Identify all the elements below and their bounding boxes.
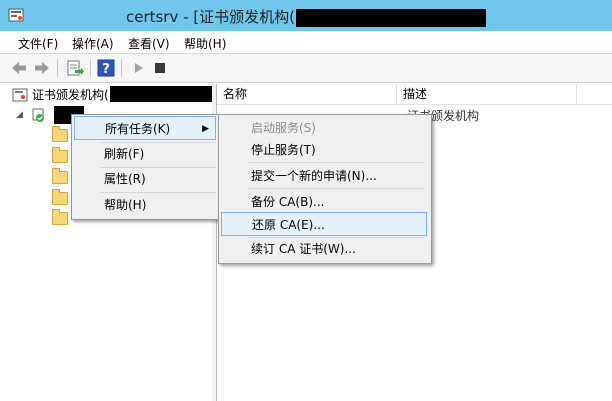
folder-icon[interactable] <box>52 147 68 163</box>
menu-file[interactable]: 文件(F) <box>18 35 58 52</box>
stop-service-icon[interactable] <box>151 59 169 77</box>
ctx-properties[interactable]: 属性(R) <box>74 167 216 191</box>
menu-action[interactable]: 操作(A) <box>72 35 114 52</box>
menu-separator <box>247 188 425 189</box>
ca-running-icon <box>32 108 44 122</box>
menu-bar: 文件(F) 操作(A) 查看(V) 帮助(H) <box>0 31 612 53</box>
submenu-start-service[interactable]: 启动服务(S) <box>221 116 427 140</box>
column-name[interactable]: 名称 <box>217 84 397 104</box>
submenu-renew-ca-cert[interactable]: 续订 CA 证书(W)... <box>221 237 427 261</box>
submenu-arrow-icon: ▶ <box>202 124 209 134</box>
toolbar-separator <box>121 59 122 77</box>
forward-arrow-icon[interactable] <box>33 59 51 77</box>
folder-icon[interactable] <box>52 209 68 225</box>
context-menu: 所有任务(K) ▶ 刷新(F) 属性(R) 帮助(H) <box>71 114 221 220</box>
all-tasks-submenu: 启动服务(S) 停止服务(T) 提交一个新的申请(N)... 备份 CA(B).… <box>218 114 432 264</box>
folder-icon[interactable] <box>52 189 68 205</box>
toolbar-separator <box>57 59 58 77</box>
ctx-all-tasks[interactable]: 所有任务(K) ▶ <box>74 116 216 140</box>
back-arrow-icon[interactable] <box>10 59 28 77</box>
ctx-all-tasks-label: 所有任务(K) <box>105 122 171 136</box>
folder-icon[interactable] <box>52 168 68 184</box>
start-service-icon[interactable] <box>130 59 148 77</box>
window-title: certsrv - [证书颁发机构( <box>0 6 612 27</box>
toolbar-separator <box>90 59 91 77</box>
submenu-submit-request[interactable]: 提交一个新的申请(N)... <box>221 164 427 188</box>
ctx-refresh[interactable]: 刷新(F) <box>74 142 216 166</box>
tree-root-label: 证书颁发机构( <box>32 88 109 102</box>
certificate-authority-icon <box>12 88 28 102</box>
svg-text:?: ? <box>102 62 110 77</box>
title-bar: certsrv - [证书颁发机构( <box>0 0 612 31</box>
submenu-stop-service[interactable]: 停止服务(T) <box>221 138 427 162</box>
menu-help[interactable]: 帮助(H) <box>184 35 226 52</box>
window-title-text: certsrv - [证书颁发机构( <box>125 8 296 26</box>
redacted-block <box>110 86 212 102</box>
help-icon[interactable]: ? <box>97 59 115 77</box>
folder-icon[interactable] <box>52 126 68 142</box>
menu-view[interactable]: 查看(V) <box>128 35 170 52</box>
redacted-block <box>296 8 487 27</box>
export-list-icon[interactable] <box>66 59 84 77</box>
expand-chevron-icon[interactable]: ◢ <box>16 106 23 124</box>
list-column-header: 名称 描述 <box>217 84 612 105</box>
submenu-restore-ca[interactable]: 还原 CA(E)... <box>221 212 427 236</box>
column-description[interactable]: 描述 <box>397 84 577 104</box>
menu-separator <box>247 162 425 163</box>
submenu-backup-ca[interactable]: 备份 CA(B)... <box>221 190 427 214</box>
ctx-help[interactable]: 帮助(H) <box>74 193 216 217</box>
toolbar: ? <box>0 53 612 83</box>
